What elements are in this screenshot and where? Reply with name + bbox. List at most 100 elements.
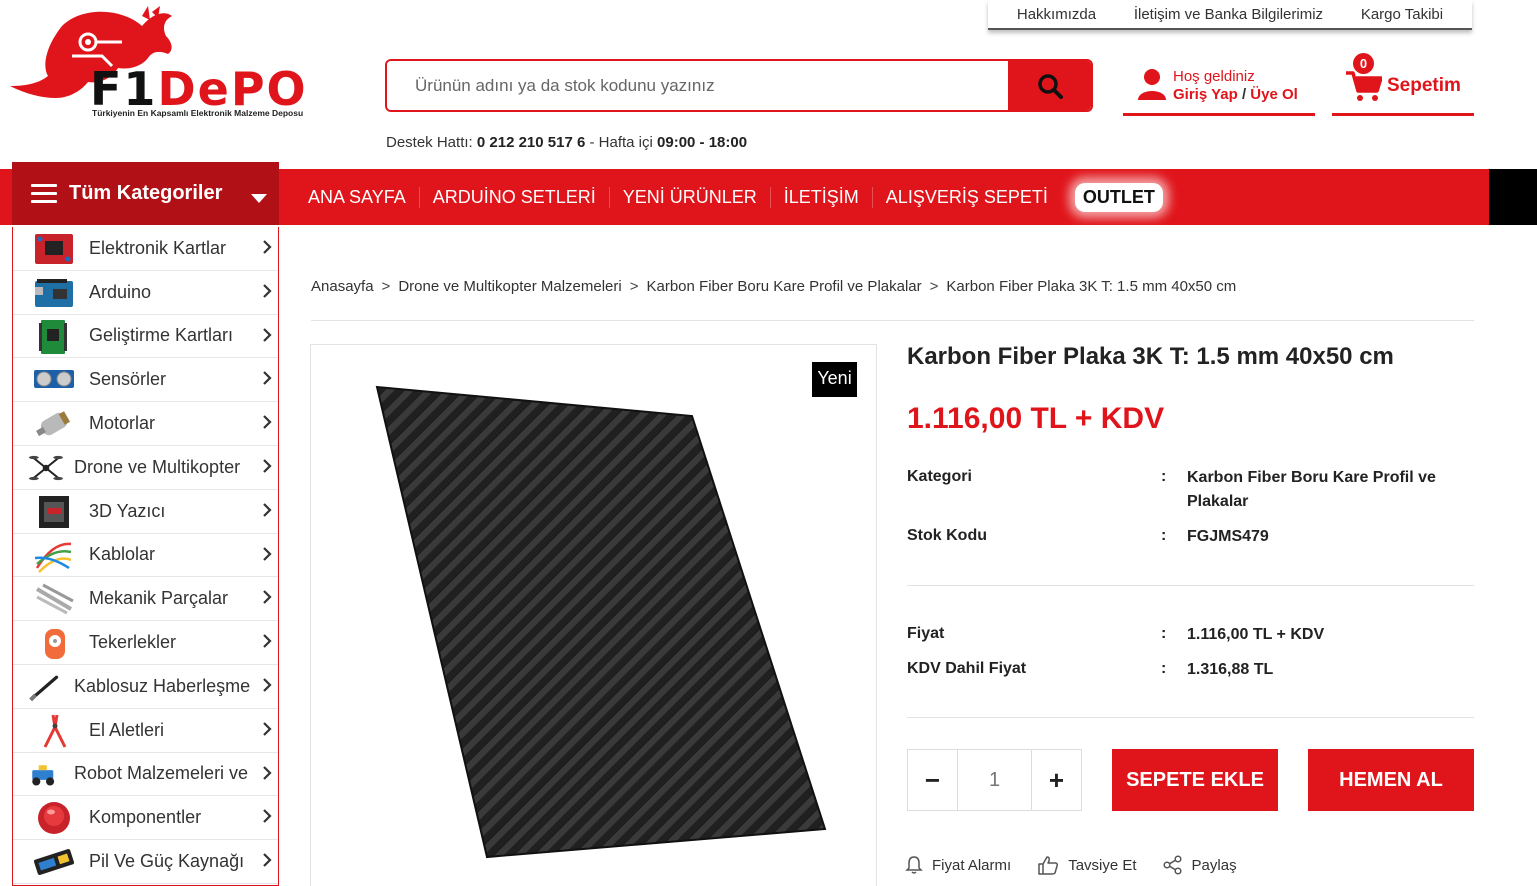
logo-wordmark: F1DePO (90, 62, 308, 116)
share-button[interactable]: Paylaş (1162, 855, 1237, 875)
category-item-power-supply[interactable]: Pil Ve Güç Kaynağı (13, 840, 278, 884)
product-image-box[interactable] (310, 344, 877, 886)
category-item-3d-printer[interactable]: 3D Yazıcı (13, 490, 278, 534)
cart-label: Sepetim (1387, 75, 1461, 96)
cart-count-badge: 0 (1353, 53, 1374, 74)
product-tools: Fiyat Alarmı Tavsiye Et Paylaş (905, 855, 1263, 875)
chevron-right-icon (263, 284, 272, 298)
category-item-electronic-boards[interactable]: Elektronik Kartlar (13, 227, 278, 271)
button-component-icon (38, 802, 70, 835)
divider (311, 320, 1474, 321)
top-link-about[interactable]: Hakkımızda (1017, 6, 1096, 23)
nav-shopping-cart[interactable]: ALIŞVERİŞ SEPETİ (871, 186, 1061, 208)
mechanical-parts-icon (35, 584, 74, 615)
decrease-quantity-button[interactable]: − (908, 750, 957, 810)
hamburger-menu-icon (31, 179, 57, 208)
category-item-robot-materials[interactable]: Robot Malzemeleri ve (13, 753, 278, 797)
site-logo[interactable]: F1DePO Türkiyenin En Kapsamlı Elektronik… (2, 6, 362, 118)
battery-icon (33, 849, 75, 876)
product-category-link[interactable]: Karbon Fiber Boru Kare Profil ve Plakala… (1187, 466, 1477, 514)
nav-new-products[interactable]: YENİ ÜRÜNLER (608, 186, 770, 208)
chevron-right-icon (263, 240, 272, 254)
category-item-arduino[interactable]: Arduino (13, 271, 278, 315)
caret-down-icon (251, 194, 267, 203)
all-categories-label: Tüm Kategoriler (69, 182, 223, 204)
category-item-motors[interactable]: Motorlar (13, 402, 278, 446)
wheel-icon (45, 629, 65, 660)
nav-outlet[interactable]: OUTLET (1074, 182, 1163, 212)
top-link-contact[interactable]: İletişim ve Banka Bilgilerimiz (1134, 6, 1323, 23)
chevron-right-icon (263, 765, 272, 780)
all-categories-button[interactable]: Tüm Kategoriler (12, 162, 279, 225)
category-item-wheels[interactable]: Tekerlekler (13, 621, 278, 665)
support-hours: 09:00 - 18:00 (657, 134, 748, 151)
chevron-right-icon (263, 721, 272, 736)
chevron-right-icon (263, 503, 272, 517)
search-icon (1037, 73, 1063, 99)
chevron-right-icon (263, 678, 272, 692)
support-phone: 0 212 210 517 6 (476, 134, 586, 151)
nav-contact[interactable]: İLETİŞİM (769, 186, 872, 208)
3d-printer-icon (39, 495, 69, 528)
cart-button[interactable]: 0 Sepetim (1332, 53, 1474, 116)
robot-icon (32, 764, 55, 786)
add-to-cart-button[interactable]: SEPETE EKLE (1112, 749, 1278, 811)
main-menu: ANA SAYFA ARDUİNO SETLERİ YENİ ÜRÜNLER İ… (295, 169, 1163, 225)
breadcrumb-carbon-category[interactable]: Karbon Fiber Boru Kare Profil ve Plakala… (647, 278, 922, 295)
category-item-hand-tools[interactable]: El Aletleri (13, 709, 278, 753)
nav-arduino-sets[interactable]: ARDUİNO SETLERİ (418, 186, 609, 208)
chevron-right-icon (263, 809, 272, 824)
category-item-mechanical-parts[interactable]: Mekanik Parçalar (13, 577, 278, 622)
antenna-icon (29, 675, 59, 702)
divider (907, 717, 1474, 718)
chevron-right-icon (263, 459, 272, 473)
support-line: Destek Hattı: 0 212 210 517 6 - Hafta iç… (386, 134, 748, 151)
new-badge: Yeni (812, 362, 857, 397)
category-item-cables[interactable]: Kablolar (13, 534, 278, 578)
account-box: Hoş geldiniz Giriş Yap / Üye Ol (1123, 60, 1315, 116)
nav-home[interactable]: ANA SAYFA (295, 187, 419, 208)
buy-now-button[interactable]: HEMEN AL (1308, 749, 1474, 811)
breadcrumb-current: Karbon Fiber Plaka 3K T: 1.5 mm 40x50 cm (946, 278, 1237, 295)
electronic-board-icon (35, 234, 73, 264)
recommend-button[interactable]: Tavsiye Et (1037, 855, 1137, 875)
thumbs-up-icon (1038, 856, 1059, 875)
price-value: 1.116,00 TL + KDV (1187, 626, 1325, 643)
quantity-stepper: − 1 + (907, 749, 1082, 811)
login-link[interactable]: Giriş Yap (1173, 86, 1238, 103)
cables-icon (34, 542, 72, 573)
category-item-sensors[interactable]: Sensörler (13, 358, 278, 403)
search-button[interactable] (1008, 61, 1091, 110)
increase-quantity-button[interactable]: + (1032, 750, 1081, 810)
breadcrumb-home[interactable]: Anasayfa (311, 278, 374, 295)
page: Hakkımızda İletişim ve Banka Bilgilerimi… (0, 0, 1537, 886)
drone-icon (29, 455, 63, 481)
product-price: 1.116,00 TL + KDV (907, 402, 1165, 435)
quantity-input[interactable]: 1 (957, 750, 1032, 810)
price-alarm-button[interactable]: Fiyat Alarmı (905, 855, 1011, 875)
category-item-components[interactable]: Komponentler (13, 796, 278, 841)
shopping-cart-icon (1346, 71, 1382, 101)
search-input[interactable] (387, 61, 1008, 110)
chevron-right-icon (263, 634, 272, 648)
top-link-cargo-tracking[interactable]: Kargo Takibi (1361, 6, 1443, 23)
category-item-drone[interactable]: Drone ve Multikopter (13, 446, 278, 490)
carbon-fiber-plate-image (375, 385, 827, 859)
account-slash: / (1241, 86, 1247, 103)
product-sku: FGJMS479 (1187, 528, 1269, 545)
category-item-wireless[interactable]: Kablosuz Haberleşme (13, 665, 278, 709)
breadcrumb-drone[interactable]: Drone ve Multikopter Malzemeleri (398, 278, 621, 295)
development-board-icon (39, 319, 67, 354)
chevron-right-icon (263, 327, 272, 342)
chevron-right-icon (263, 371, 272, 386)
arduino-board-icon (35, 278, 73, 307)
register-link[interactable]: Üye Ol (1250, 86, 1298, 103)
category-item-development-boards[interactable]: Geliştirme Kartları (13, 315, 278, 359)
category-sidebar: Elektronik Kartlar Arduino Geliştirme Ka… (12, 227, 279, 886)
product-title: Karbon Fiber Plaka 3K T: 1.5 mm 40x50 cm (907, 343, 1394, 370)
bell-icon (905, 856, 923, 874)
chevron-right-icon (263, 590, 272, 605)
vat-price-value: 1.316,88 TL (1187, 661, 1274, 678)
ultrasonic-sensor-icon (34, 370, 74, 389)
chevron-right-icon (263, 853, 272, 867)
